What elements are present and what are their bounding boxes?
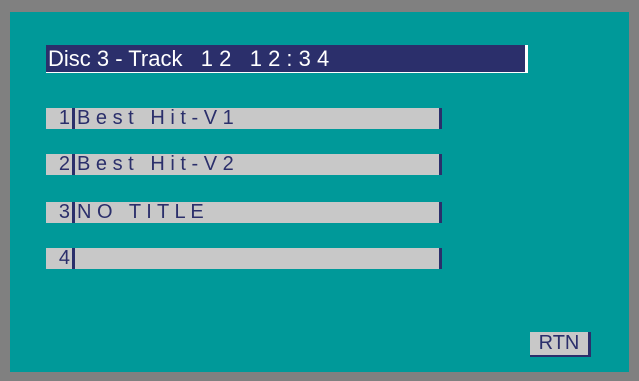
track-number: 4 (46, 248, 75, 269)
track-title: B e s t H i t - V 2 (75, 154, 442, 175)
track-title: B e s t H i t - V 1 (75, 108, 442, 129)
display-frame: Disc 3 - Track 1 2 1 2 : 3 4 1 B e s t H… (0, 0, 639, 381)
track-row-3[interactable]: 3 N O T I T L E (46, 202, 442, 223)
track-number: 3 (46, 202, 75, 223)
track-title: N O T I T L E (75, 202, 442, 223)
track-number: 2 (46, 154, 75, 175)
track-row-2[interactable]: 2 B e s t H i t - V 2 (46, 154, 442, 175)
disc-track-time-header: Disc 3 - Track 1 2 1 2 : 3 4 (46, 45, 528, 73)
track-row-4[interactable]: 4 (46, 248, 442, 269)
track-row-1[interactable]: 1 B e s t H i t - V 1 (46, 108, 442, 129)
track-title (75, 248, 442, 269)
track-number: 1 (46, 108, 75, 129)
return-button[interactable]: RTN (530, 332, 591, 357)
